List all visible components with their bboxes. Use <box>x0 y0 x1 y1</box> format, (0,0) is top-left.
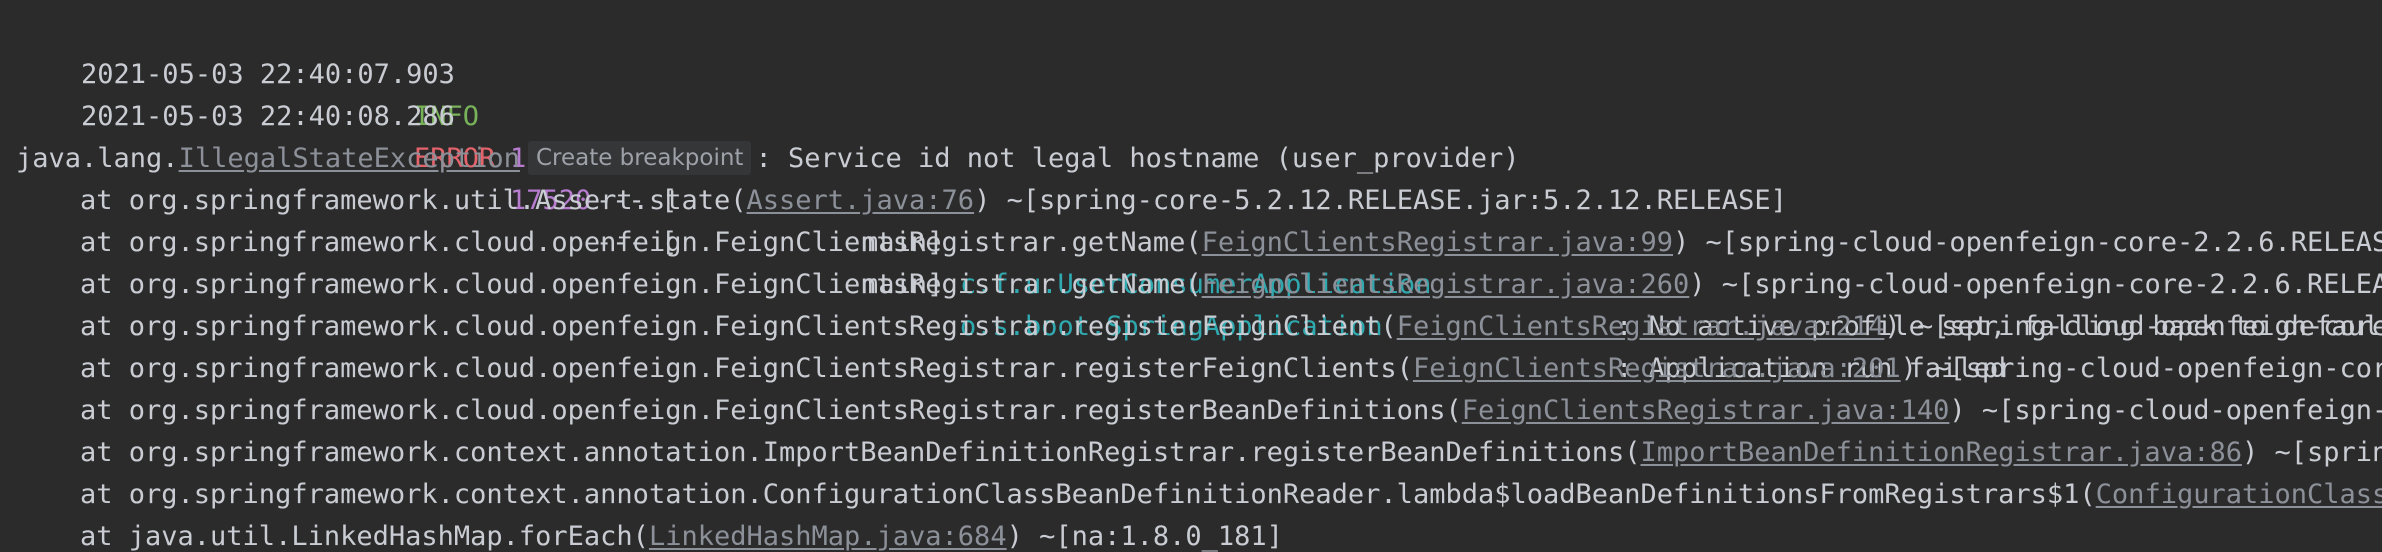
stack-source-link[interactable]: FeignClientsRegistrar.java:99 <box>1202 227 1673 258</box>
stack-suffix: ) ~[spring-cloud-openfeign-co <box>1949 395 2382 426</box>
stack-method: at org.springframework.cloud.openfeign.F… <box>80 353 1413 384</box>
stack-suffix: ) ~[spring-cloud-openfeign-core-2 <box>1884 311 2382 342</box>
exception-line: java.lang.IllegalStateException Create br… <box>16 138 1519 180</box>
stack-method: at org.springframework.context.annotatio… <box>80 437 1641 468</box>
console-output[interactable]: 2021-05-03 22:40:07.903 INFO 17520 --- [… <box>0 0 2382 552</box>
stack-frame: at org.springframework.cloud.openfeign.F… <box>80 306 2382 348</box>
stack-frame: at org.springframework.cloud.openfeign.F… <box>80 264 2382 306</box>
stack-frame: at java.util.LinkedHashMap.forEach(Linke… <box>80 516 1283 552</box>
stack-suffix: ) ~[spring- <box>2241 437 2382 468</box>
stack-source-link[interactable]: FeignClientsRegistrar.java:260 <box>1202 269 1690 300</box>
stack-suffix: ) ~[spring-core-5.2.12.RELEASE.jar:5.2.1… <box>974 185 1787 216</box>
exception-class-link[interactable]: IllegalStateException <box>179 143 520 174</box>
stack-source-link[interactable]: ImportBeanDefinitionRegistrar.java:86 <box>1641 437 2242 468</box>
exception-message: : Service id not legal hostname (user_pr… <box>755 143 1520 174</box>
stack-suffix: ) ~[na:1.8.0_181] <box>1006 521 1283 552</box>
stack-method: at org.springframework.util.Assert.state… <box>80 185 747 216</box>
create-breakpoint-button[interactable]: Create breakpoint <box>527 141 752 175</box>
stack-method: at org.springframework.cloud.openfeign.F… <box>80 269 1202 300</box>
stack-method: at java.util.LinkedHashMap.forEach( <box>80 521 649 552</box>
stack-frame: at org.springframework.context.annotatio… <box>80 474 2382 516</box>
stack-frame: at org.springframework.context.annotatio… <box>80 432 2382 474</box>
stack-method: at org.springframework.context.annotatio… <box>80 479 2096 510</box>
stack-method: at org.springframework.cloud.openfeign.F… <box>80 227 1202 258</box>
stack-source-link[interactable]: FeignClientsRegistrar.java:140 <box>1462 395 1950 426</box>
stack-source-link[interactable]: LinkedHashMap.java:684 <box>649 521 1007 552</box>
stack-frame: at org.springframework.cloud.openfeign.F… <box>80 222 2382 264</box>
stack-source-link[interactable]: Assert.java:76 <box>746 185 974 216</box>
stack-method: at org.springframework.cloud.openfeign.F… <box>80 395 1462 426</box>
log-line-error: 2021-05-03 22:40:08.286 ERROR 17520 --- … <box>16 54 2382 384</box>
stack-suffix: ) ~[spring-cloud-openfeign-core-2.2.6.RE… <box>1673 227 2382 258</box>
stack-source-link[interactable]: ConfigurationClassBe <box>2096 479 2382 510</box>
stack-source-link[interactable]: FeignClientsRegistrar.java:201 <box>1413 353 1901 384</box>
stack-suffix: ) ~[spring-cloud-openfeign-core- <box>1900 353 2382 384</box>
stack-frame: at org.springframework.util.Assert.state… <box>80 180 1787 222</box>
log-line-info: 2021-05-03 22:40:07.903 INFO 17520 --- [… <box>16 12 2382 342</box>
log-timestamp: 2021-05-03 22:40:08.286 <box>81 101 455 132</box>
stack-frame: at org.springframework.cloud.openfeign.F… <box>80 390 2382 432</box>
stack-source-link[interactable]: FeignClientsRegistrar.java:214 <box>1397 311 1885 342</box>
stack-method: at org.springframework.cloud.openfeign.F… <box>80 311 1397 342</box>
exception-prefix: java.lang. <box>16 143 179 174</box>
stack-suffix: ) ~[spring-cloud-openfeign-core-2.2.6.RE… <box>1689 269 2382 300</box>
stack-frame: at org.springframework.cloud.openfeign.F… <box>80 348 2382 390</box>
